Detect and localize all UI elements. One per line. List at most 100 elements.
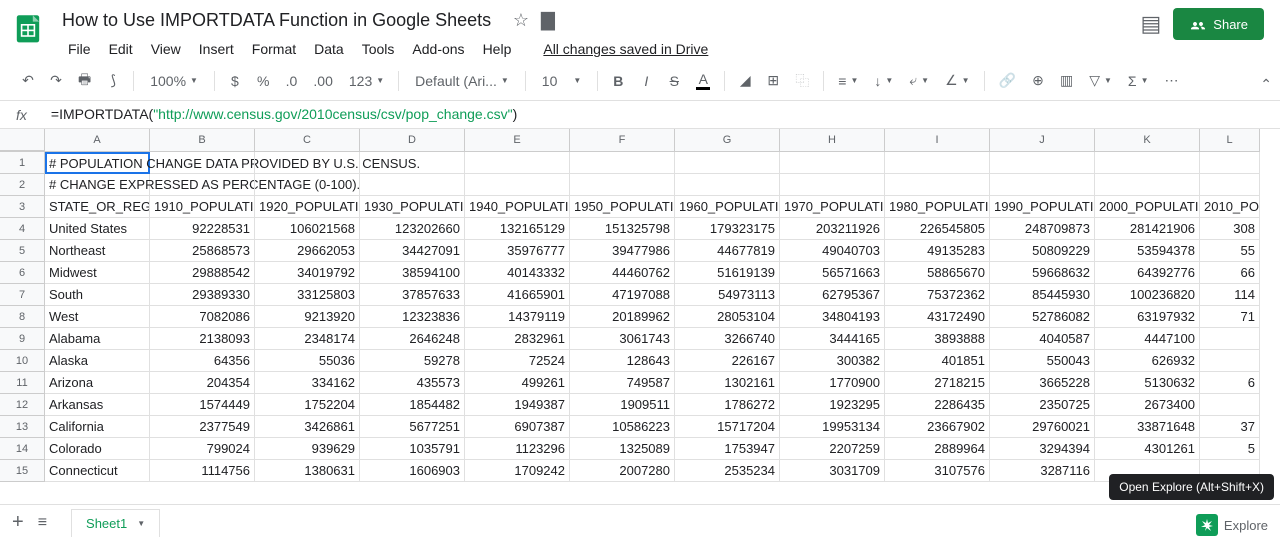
cell[interactable]: 2377549 (150, 416, 255, 438)
cell[interactable]: 106021568 (255, 218, 360, 240)
cell[interactable]: 1990_POPULATION (990, 196, 1095, 218)
cell[interactable]: 749587 (570, 372, 675, 394)
cell[interactable] (1200, 174, 1260, 196)
col-header-J[interactable]: J (990, 129, 1095, 151)
wrap-icon[interactable]: ⤶▼ (903, 68, 935, 93)
col-header-K[interactable]: K (1095, 129, 1200, 151)
menu-insert[interactable]: Insert (191, 37, 242, 61)
cell[interactable]: 6 (1200, 372, 1260, 394)
cell[interactable]: 92228531 (150, 218, 255, 240)
menu-file[interactable]: File (60, 37, 99, 61)
cell[interactable]: 59278 (360, 350, 465, 372)
explore-button[interactable]: Explore (1196, 514, 1268, 536)
select-all-corner[interactable] (0, 129, 45, 151)
comment-icon[interactable]: ⊕ (1026, 68, 1050, 93)
cell[interactable]: 1930_POPULATION (360, 196, 465, 218)
cell[interactable] (675, 174, 780, 196)
cell[interactable]: 2286435 (885, 394, 990, 416)
row-header[interactable]: 9 (0, 328, 45, 350)
cell[interactable]: 3107576 (885, 460, 990, 482)
cell[interactable]: 5130632 (1095, 372, 1200, 394)
col-header-I[interactable]: I (885, 129, 990, 151)
cell[interactable]: 2000_POPULATION (1095, 196, 1200, 218)
cell[interactable]: 3266740 (675, 328, 780, 350)
bold-icon[interactable]: B (606, 69, 630, 93)
row-header[interactable]: 1 (0, 152, 45, 174)
sheet-grid[interactable]: ABCDEFGHIJKL1# POPULATION CHANGE DATA PR… (0, 129, 1260, 499)
cell[interactable]: 2007280 (570, 460, 675, 482)
row-header[interactable]: 10 (0, 350, 45, 372)
col-header-H[interactable]: H (780, 129, 885, 151)
cell[interactable]: 52786082 (990, 306, 1095, 328)
cell[interactable]: 75372362 (885, 284, 990, 306)
merge-icon[interactable]: ⿻ (789, 67, 815, 95)
row-header[interactable]: 13 (0, 416, 45, 438)
cell[interactable]: 1380631 (255, 460, 360, 482)
cell[interactable]: 3893888 (885, 328, 990, 350)
cell[interactable]: 54973113 (675, 284, 780, 306)
col-header-G[interactable]: G (675, 129, 780, 151)
font-size-select[interactable]: 10▼ (534, 71, 590, 91)
cell[interactable]: 1970_POPULATION (780, 196, 885, 218)
cell[interactable]: 53594378 (1095, 240, 1200, 262)
cell[interactable]: STATE_OR_REGION (45, 196, 150, 218)
undo-icon[interactable]: ↶ (16, 68, 40, 93)
cell[interactable]: 3294394 (990, 438, 1095, 460)
cell[interactable] (570, 152, 675, 174)
cell[interactable]: 71 (1200, 306, 1260, 328)
cell[interactable]: 114 (1200, 284, 1260, 306)
cell[interactable]: 41665901 (465, 284, 570, 306)
collapse-toolbar-icon[interactable]: ⌃ (1260, 76, 1272, 93)
cell[interactable]: 939629 (255, 438, 360, 460)
cell[interactable]: 33125803 (255, 284, 360, 306)
cell[interactable]: 1302161 (675, 372, 780, 394)
star-icon[interactable]: ☆ (513, 10, 529, 31)
cell[interactable]: 1325089 (570, 438, 675, 460)
cell[interactable] (360, 174, 465, 196)
cell[interactable]: 1920_POPULATION (255, 196, 360, 218)
cell[interactable]: 2889964 (885, 438, 990, 460)
cell[interactable]: 1752204 (255, 394, 360, 416)
cell[interactable] (465, 174, 570, 196)
cell[interactable]: 2348174 (255, 328, 360, 350)
cell[interactable]: 226545805 (885, 218, 990, 240)
cell[interactable]: 204354 (150, 372, 255, 394)
col-header-A[interactable]: A (45, 129, 150, 151)
cell[interactable]: 2718215 (885, 372, 990, 394)
cell[interactable]: 34427091 (360, 240, 465, 262)
cell[interactable]: 85445930 (990, 284, 1095, 306)
cell[interactable]: 3287116 (990, 460, 1095, 482)
redo-icon[interactable]: ↷ (44, 68, 68, 93)
cell[interactable]: 248709873 (990, 218, 1095, 240)
cell[interactable]: Arizona (45, 372, 150, 394)
row-header[interactable]: 14 (0, 438, 45, 460)
cell[interactable] (255, 152, 360, 174)
cell[interactable]: 58865670 (885, 262, 990, 284)
cell[interactable]: 2010_POPULATION (1200, 196, 1260, 218)
formula-input[interactable]: =IMPORTDATA("http://www.census.gov/2010c… (51, 106, 517, 124)
share-button[interactable]: Share (1173, 8, 1264, 40)
cell[interactable]: 3061743 (570, 328, 675, 350)
cell[interactable] (150, 152, 255, 174)
functions-icon[interactable]: Σ▼ (1122, 69, 1155, 93)
saved-status[interactable]: All changes saved in Drive (535, 37, 716, 61)
row-header[interactable]: 11 (0, 372, 45, 394)
cell[interactable]: 1786272 (675, 394, 780, 416)
cell[interactable]: 401851 (885, 350, 990, 372)
cell[interactable]: 226167 (675, 350, 780, 372)
cell[interactable] (1095, 152, 1200, 174)
cell[interactable]: 49135283 (885, 240, 990, 262)
cell[interactable]: 63197932 (1095, 306, 1200, 328)
col-header-F[interactable]: F (570, 129, 675, 151)
cell[interactable]: 499261 (465, 372, 570, 394)
italic-icon[interactable]: I (634, 69, 658, 93)
cell[interactable]: 29389330 (150, 284, 255, 306)
cell[interactable]: 1923295 (780, 394, 885, 416)
cell[interactable]: California (45, 416, 150, 438)
cell[interactable]: 34804193 (780, 306, 885, 328)
col-header-C[interactable]: C (255, 129, 360, 151)
cell[interactable]: 2832961 (465, 328, 570, 350)
more-formats-select[interactable]: 123▼ (343, 69, 390, 93)
cell[interactable]: 2350725 (990, 394, 1095, 416)
row-header[interactable]: 3 (0, 196, 45, 218)
